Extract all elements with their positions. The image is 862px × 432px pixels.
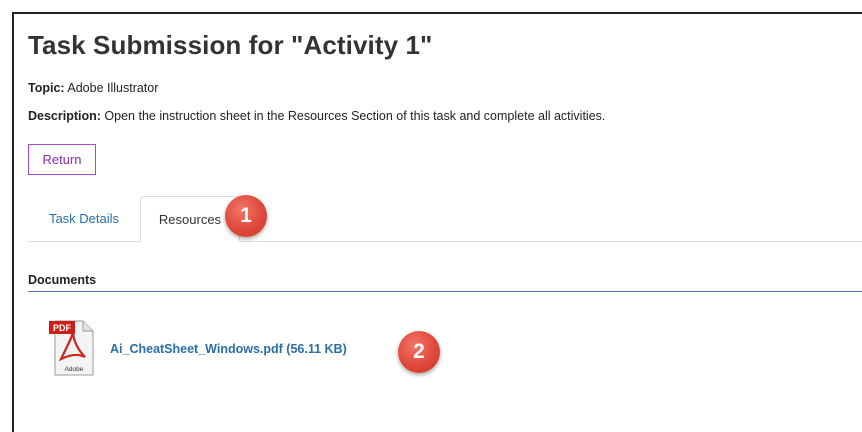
annotation-badge-1: 1 [225,195,267,237]
pdf-icon-tag: PDF [53,323,72,333]
topic-value: Adobe Illustrator [67,81,159,95]
topic-line: Topic: Adobe Illustrator [28,81,158,95]
topic-label: Topic: [28,81,65,95]
page-title: Task Submission for "Activity 1" [28,30,433,60]
description-line: Description: Open the instruction sheet … [28,109,605,123]
return-button[interactable]: Return [28,144,96,175]
document-link[interactable]: Ai_CheatSheet_Windows.pdf (56.11 KB) [110,342,347,356]
pdf-icon-brand: Adobe [65,366,84,373]
pdf-file-icon[interactable]: PDF Adobe [47,317,95,377]
tab-bar: Task Details Resources [28,196,862,242]
annotation-badge-2: 2 [398,331,440,373]
description-value: Open the instruction sheet in the Resour… [104,109,606,123]
documents-section-title: Documents [28,273,862,292]
description-label: Description: [28,109,101,123]
tab-task-details[interactable]: Task Details [28,196,140,241]
